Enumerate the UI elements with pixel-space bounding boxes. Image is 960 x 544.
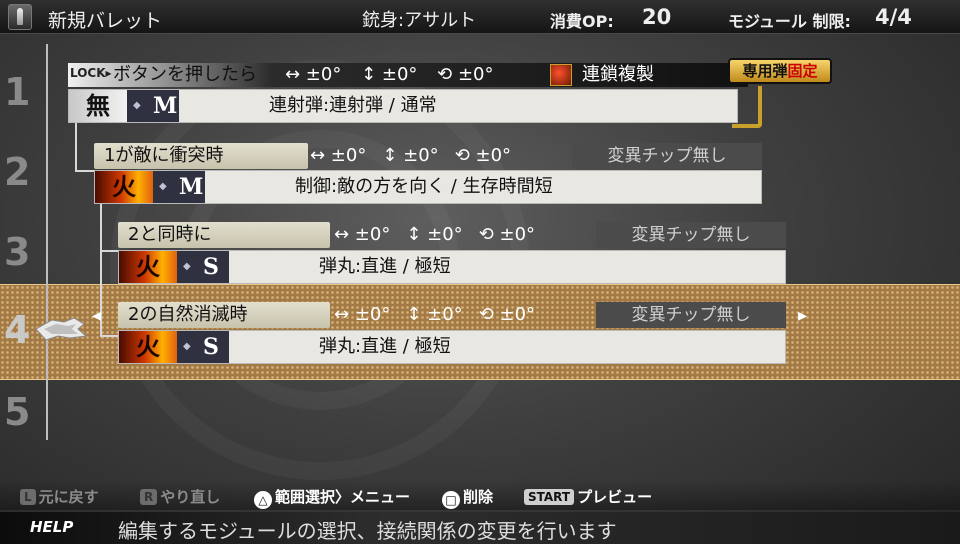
module-limit-label: モジュール 制限: bbox=[728, 12, 851, 31]
range-select-button[interactable]: △ 範囲選択〉メニュー bbox=[254, 486, 410, 509]
connector-line bbox=[75, 122, 77, 172]
rotation-angle: ⟲ ±0° bbox=[437, 64, 494, 85]
module-4-stats: ↔ ±0° ↕ ±0° ⟲ ±0° bbox=[334, 302, 551, 328]
gun-type: 銃身:アサルト bbox=[362, 10, 477, 31]
module-1-desc: 連射弾:連射弾 / 通常 bbox=[269, 95, 437, 116]
module-4-desc: 弾丸:直進 / 極短 bbox=[319, 336, 451, 357]
triangle-button-icon: △ bbox=[254, 491, 272, 509]
help-text: 編集するモジュールの選択、接続関係の変更を行います bbox=[118, 519, 617, 543]
lock-tag: LOCK▸ bbox=[70, 66, 112, 80]
page-title: 新規バレット bbox=[48, 10, 163, 32]
vertical-angle: ↕ ±0° bbox=[361, 64, 418, 85]
size-badge: M bbox=[153, 171, 205, 203]
element-none-icon: 無 bbox=[69, 90, 127, 122]
module-limit-value: 4/4 bbox=[875, 5, 912, 29]
level-number-1: 1 bbox=[4, 70, 31, 114]
nav-right-arrow-icon[interactable]: ▸ bbox=[798, 305, 807, 326]
module-2-trigger-bar[interactable]: 1が敵に衝突時 ↔ ±0° ↕ ±0° ⟲ ±0° 変異チップ無し bbox=[94, 143, 762, 169]
size-badge: S bbox=[177, 331, 229, 363]
module-2-desc: 制御:敵の方を向く / 生存時間短 bbox=[295, 176, 553, 197]
selection-cursor-icon bbox=[35, 317, 88, 341]
connector-line bbox=[75, 170, 95, 172]
size-badge: M bbox=[127, 90, 179, 122]
module-2-stats: ↔ ±0° ↕ ±0° ⟲ ±0° bbox=[310, 143, 527, 169]
rotation-angle: ⟲ ±0° bbox=[478, 224, 536, 245]
r-button-icon: R bbox=[140, 489, 158, 505]
undo-button[interactable]: L 元に戻す bbox=[20, 486, 99, 507]
square-button-icon: □ bbox=[442, 491, 460, 509]
delete-button[interactable]: □ 削除 bbox=[442, 486, 493, 509]
module-4-body[interactable]: 火 S 弾丸:直進 / 極短 bbox=[118, 330, 786, 364]
module-1-trigger-bar[interactable]: LOCK▸ ボタンを押したら ↔ ±0° ↕ ±0° ⟲ ±0° 連鎖複製 bbox=[68, 63, 748, 87]
connector-line bbox=[100, 335, 118, 337]
module-1-body[interactable]: 無 M 連射弾:連射弾 / 通常 bbox=[68, 89, 738, 123]
horizontal-angle: ↔ ±0° bbox=[310, 145, 367, 166]
horizontal-angle: ↔ ±0° bbox=[334, 304, 391, 325]
level-number-5: 5 bbox=[4, 390, 31, 434]
chain-copy-label: 連鎖複製 bbox=[582, 64, 654, 85]
help-label: HELP bbox=[30, 518, 74, 536]
help-bar: HELP 編集するモジュールの選択、接続関係の変更を行います bbox=[0, 512, 960, 544]
preview-button[interactable]: START プレビュー bbox=[524, 486, 652, 507]
element-fire-icon: 火 bbox=[95, 171, 153, 203]
module-1-trigger: ボタンを押したら bbox=[113, 64, 257, 85]
horizontal-angle: ↔ ±0° bbox=[285, 64, 342, 85]
horizontal-angle: ↔ ±0° bbox=[334, 224, 391, 245]
module-2-chip: 変異チップ無し bbox=[572, 143, 762, 169]
module-3-body[interactable]: 火 S 弾丸:直進 / 極短 bbox=[118, 250, 786, 284]
element-fire-icon: 火 bbox=[119, 331, 177, 363]
level-divider bbox=[46, 44, 48, 440]
level-number-2: 2 bbox=[4, 150, 31, 194]
module-3-desc: 弾丸:直進 / 極短 bbox=[319, 256, 451, 277]
module-3-condition: 2と同時に bbox=[118, 222, 330, 248]
rotation-angle: ⟲ ±0° bbox=[478, 304, 536, 325]
bullet-icon bbox=[8, 4, 32, 30]
level-number-4: 4 bbox=[4, 308, 31, 352]
vertical-angle: ↕ ±0° bbox=[406, 304, 463, 325]
module-2-body[interactable]: 火 M 制御:敵の方を向く / 生存時間短 bbox=[94, 170, 762, 204]
size-badge: S bbox=[177, 251, 229, 283]
module-2-condition: 1が敵に衝突時 bbox=[94, 143, 308, 169]
module-3-trigger-bar[interactable]: 2と同時に ↔ ±0° ↕ ±0° ⟲ ±0° 変異チップ無し bbox=[118, 222, 786, 248]
rotation-angle: ⟲ ±0° bbox=[454, 145, 512, 166]
nav-left-arrow-icon[interactable]: ◂ bbox=[92, 305, 101, 326]
level-number-3: 3 bbox=[4, 230, 31, 274]
dedicated-bullet-badge: 専用弾固定 bbox=[728, 58, 832, 84]
module-4-trigger-bar[interactable]: 2の自然消滅時 ↔ ±0° ↕ ±0° ⟲ ±0° 変異チップ無し bbox=[118, 302, 786, 328]
op-cost-label: 消費OP: bbox=[550, 12, 614, 31]
header-bar: 新規バレット 銃身:アサルト 消費OP: 20 モジュール 制限: 4/4 bbox=[0, 0, 960, 34]
start-button-icon: START bbox=[524, 489, 575, 505]
connector-line bbox=[100, 250, 118, 252]
module-4-condition: 2の自然消滅時 bbox=[118, 302, 330, 328]
module-3-chip: 変異チップ無し bbox=[596, 222, 786, 248]
vertical-angle: ↕ ±0° bbox=[406, 224, 463, 245]
module-3-stats: ↔ ±0° ↕ ±0° ⟲ ±0° bbox=[334, 222, 551, 248]
l-button-icon: L bbox=[20, 489, 36, 505]
module-1-stats: ↔ ±0° ↕ ±0° ⟲ ±0° bbox=[285, 63, 508, 87]
button-hints-bar: L 元に戻す R やり直し △ 範囲選択〉メニュー □ 削除 START プレビュー bbox=[0, 480, 960, 510]
element-fire-icon: 火 bbox=[119, 251, 177, 283]
vertical-angle: ↕ ±0° bbox=[382, 145, 439, 166]
op-cost-value: 20 bbox=[642, 5, 672, 29]
module-4-chip: 変異チップ無し bbox=[596, 302, 786, 328]
chain-copy-icon bbox=[550, 64, 572, 86]
redo-button[interactable]: R やり直し bbox=[140, 486, 220, 507]
